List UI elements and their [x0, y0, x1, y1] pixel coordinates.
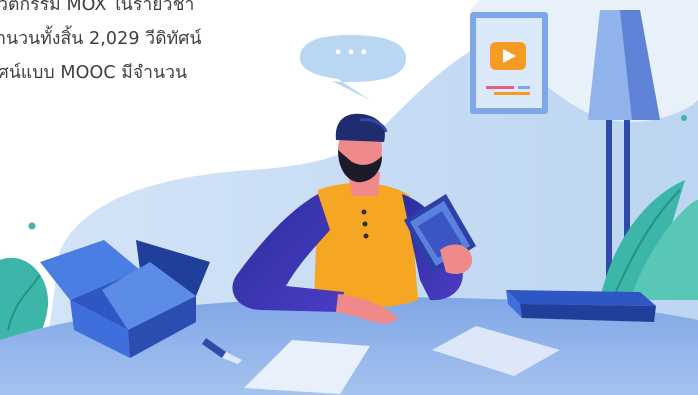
caption-line: จำนวนทั้งสิ้น 2,029 วีดิทัศน์: [0, 29, 202, 49]
description-text: นวัตกรรม MOX ในรายวิชา จำนวนทั้งสิ้น 2,0…: [0, 0, 266, 90]
closed-box: [506, 290, 656, 322]
speech-bubble: [300, 35, 406, 100]
caption-line: ทัศน์แบบ MOOC มีจำนวน: [0, 63, 188, 83]
speech-bubble-dots: • • •: [334, 46, 368, 61]
caption-line: นวัตกรรม MOX ในรายวิชา: [0, 0, 195, 15]
video-poster: [470, 12, 548, 114]
illustration-stage: • • • นวัตกรรม MOX ในรายวิชา จำนวนทั้งสิ…: [0, 0, 698, 395]
